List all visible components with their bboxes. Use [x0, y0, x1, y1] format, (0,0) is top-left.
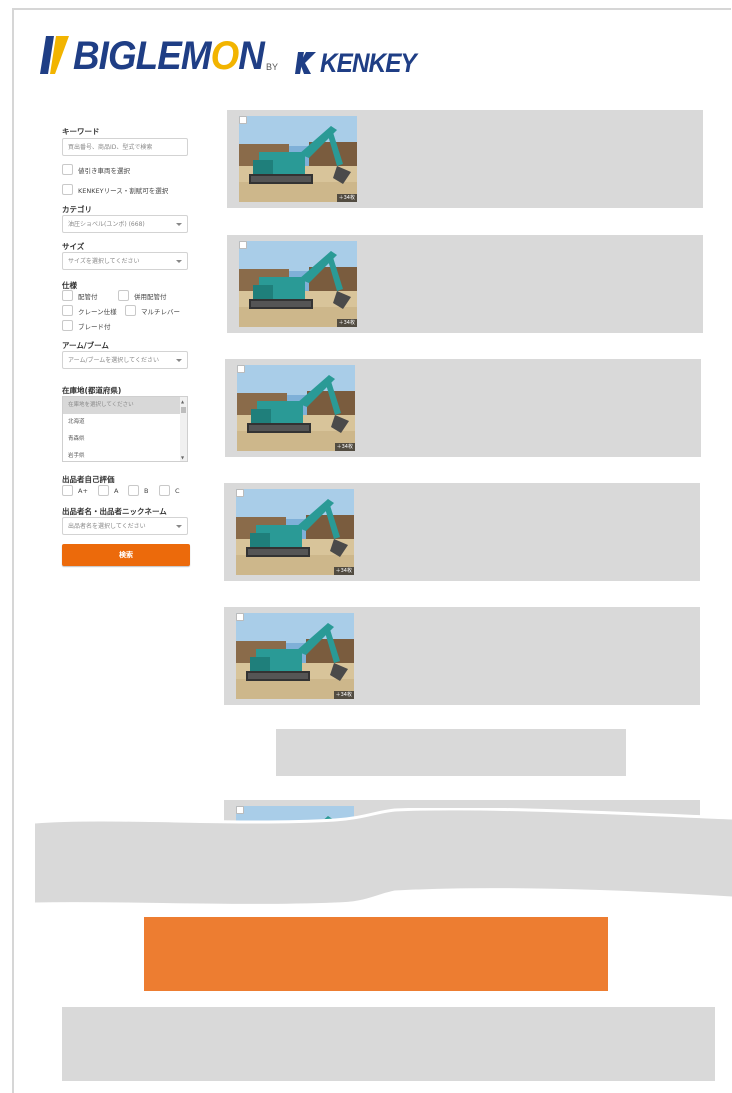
select-checkbox[interactable] [239, 116, 247, 124]
scroll-up-icon[interactable]: ▲ [181, 399, 184, 404]
cta-banner[interactable] [144, 917, 608, 991]
placeholder-bar [276, 729, 626, 776]
scroll-thumb[interactable] [181, 407, 186, 413]
size-label: サイズ [62, 242, 85, 251]
listing-card[interactable]: ＋34枚 [225, 359, 701, 457]
logo-letter-o: O [210, 34, 240, 78]
listing-card[interactable]: ＋34枚 [227, 235, 703, 333]
search-button[interactable]: 検索 [62, 544, 190, 566]
spec-option[interactable]: ブレード付 [62, 320, 111, 331]
kenkey-mark-icon [295, 51, 317, 79]
list-item[interactable]: 青森県 [63, 431, 187, 448]
seller-label: 出品者名・出品者ニックネーム [62, 507, 167, 516]
seller-select[interactable]: 出品者名を選択してください [62, 517, 188, 535]
excavator-photo[interactable]: ＋34枚 [236, 613, 354, 699]
chevron-down-icon [176, 223, 182, 226]
excavator-photo[interactable]: ＋34枚 [237, 365, 355, 451]
excavator-photo[interactable]: ＋34枚 [236, 489, 354, 575]
list-item[interactable]: 在庫地を選択してください [63, 397, 187, 414]
spec-option[interactable]: クレーン仕様 [62, 305, 117, 316]
size-select[interactable]: サイズを選択してください [62, 252, 188, 270]
excavator-photo[interactable]: ＋34枚 [239, 241, 357, 327]
rating-option[interactable]: B [128, 485, 148, 496]
rating-option[interactable]: A [98, 485, 118, 496]
keyword-label: キーワード [62, 127, 100, 136]
logo-by: BY [266, 62, 279, 72]
torn-page-break [35, 808, 732, 907]
chevron-down-icon [176, 359, 182, 362]
location-label: 在庫地(都道府県) [62, 386, 122, 395]
chevron-down-icon [176, 525, 182, 528]
chevron-down-icon [176, 260, 182, 263]
select-checkbox[interactable] [237, 365, 245, 373]
listing-card[interactable]: ＋34枚 [227, 110, 703, 208]
kenkey-lease-checkbox[interactable]: KENKEYリース・割賦可を選択 [62, 184, 168, 195]
spec-option[interactable]: 配管付 [62, 290, 98, 301]
photo-count-badge: ＋34枚 [336, 319, 357, 327]
arm-select[interactable]: アーム/ブームを選択してください [62, 351, 188, 369]
location-listbox[interactable]: 在庫地を選択してください 北海道 青森県 岩手県 ▲ ▼ [62, 396, 188, 462]
scrollbar[interactable]: ▲ ▼ [180, 397, 187, 461]
photo-count-badge: ＋34枚 [336, 194, 357, 202]
listing-card[interactable]: ＋34枚 [224, 607, 700, 705]
kenkey-wordmark: KENKEY [320, 48, 417, 78]
scroll-down-icon[interactable]: ▼ [181, 455, 184, 460]
footer-placeholder [62, 1007, 715, 1081]
site-logo[interactable]: BIGLEMON [40, 34, 265, 80]
listing-card[interactable]: ＋34枚 [224, 483, 700, 581]
excavator-photo[interactable]: ＋34枚 [239, 116, 357, 202]
select-checkbox[interactable] [239, 241, 247, 249]
logo-wordmark: BIGLEMON [73, 34, 265, 78]
photo-count-badge: ＋34枚 [333, 691, 354, 699]
spec-option[interactable]: マルチレバー [125, 305, 180, 316]
category-select[interactable]: 油圧ショベル(ユンボ) (668) [62, 215, 188, 233]
photo-count-badge: ＋34枚 [334, 443, 355, 451]
rating-label: 出品者自己評価 [62, 475, 115, 484]
keyword-input[interactable]: 買出番号、商品ID、型式で検索 [62, 138, 188, 156]
photo-count-badge: ＋34枚 [333, 567, 354, 575]
select-checkbox[interactable] [236, 489, 244, 497]
spec-option[interactable]: 併用配管付 [118, 290, 167, 301]
discount-checkbox[interactable]: 値引き車両を選択 [62, 164, 130, 175]
arm-label: アーム/ブーム [62, 341, 109, 350]
list-item[interactable]: 岩手県 [63, 448, 187, 461]
select-checkbox[interactable] [236, 613, 244, 621]
rating-option[interactable]: A+ [62, 485, 88, 496]
list-item[interactable]: 北海道 [63, 414, 187, 431]
category-label: カテゴリ [62, 205, 92, 214]
biglemon-mark-icon [40, 36, 69, 74]
rating-option[interactable]: C [159, 485, 180, 496]
